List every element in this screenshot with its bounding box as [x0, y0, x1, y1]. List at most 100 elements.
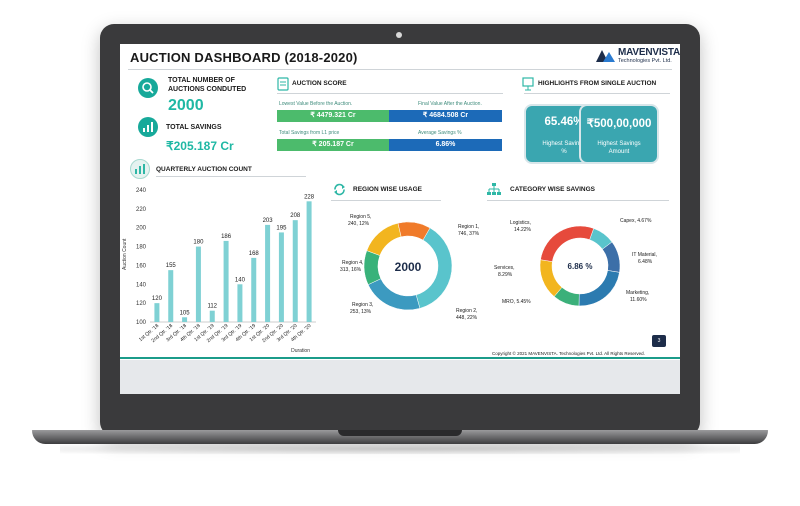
- company-logo: MAVENVISTA Technologies Pvt. Ltd.: [594, 46, 680, 68]
- bar: [251, 257, 257, 322]
- page-number-button[interactable]: 3: [652, 335, 666, 347]
- region-donut-chart: 2000 Region 5, 240, 12% Region 1, 746, 3…: [340, 214, 480, 321]
- y-tick-label: 160: [136, 263, 147, 269]
- it-material-value: 6.48%: [638, 259, 653, 265]
- highest-savings-amount-label: Highest Savings Amount: [597, 141, 641, 155]
- dashboard-screen: AUCTION DASHBOARD (2018-2020) MAVENVISTA…: [120, 44, 680, 394]
- bar: [195, 246, 201, 322]
- region-1-value: 746, 37%: [458, 231, 480, 237]
- avg-savings-label: Average Savings %: [418, 130, 462, 136]
- region-5-name: Region 5,: [350, 214, 371, 220]
- bar: [278, 232, 284, 322]
- total-savings-label: TOTAL SAVINGS: [166, 124, 222, 131]
- region-slice-0: [415, 227, 453, 309]
- y-tick-label: 240: [136, 188, 147, 194]
- region-slice-2: [363, 250, 382, 285]
- category-slice-2: [578, 270, 620, 307]
- avg-savings-bar: 6.86%: [389, 139, 502, 151]
- logistics-name: Logistics,: [510, 220, 531, 226]
- bar: [237, 284, 243, 322]
- logistics-value: 14.22%: [514, 227, 532, 233]
- logo-mark-icon: [596, 50, 615, 62]
- category-donut-chart: 6.86 % Logistics, 14.22% Capex, 4.67% IT…: [494, 218, 657, 307]
- logo-subtext: Technologies Pvt. Ltd.: [618, 58, 672, 64]
- bar-value-label: 228: [304, 194, 315, 200]
- region-3-name: Region 3,: [352, 302, 373, 308]
- capex-label: Capex, 4.67%: [620, 218, 652, 224]
- quarterly-auction-chart: 100 120 140 160 180 200 220 240 Auction Count 120…: [122, 188, 316, 354]
- search-icon: [138, 78, 158, 98]
- marketing-value: 11.60%: [630, 297, 647, 303]
- bar: [154, 303, 160, 322]
- y-tick-label: 200: [136, 226, 147, 232]
- bar-value-label: 195: [276, 225, 287, 231]
- region-slice-3: [366, 222, 402, 256]
- screen-footer-area: [120, 360, 680, 394]
- bar: [292, 220, 298, 322]
- l1-savings-label: Total Savings from L1 price: [279, 130, 340, 136]
- total-savings-value: ₹205.187 Cr: [166, 139, 234, 153]
- bar-value-label: 155: [166, 263, 177, 269]
- region-5-value: 240, 12%: [348, 221, 370, 227]
- region-title: REGION WISE USAGE: [353, 186, 422, 193]
- it-material-name: IT Material,: [632, 252, 657, 258]
- region-3-value: 253, 13%: [350, 309, 372, 315]
- bar-chart-icon: [138, 117, 158, 137]
- l1-savings-bar: ₹ 205.187 Cr: [277, 139, 389, 151]
- highest-savings-amount-card: ₹500,00,000 Highest Savings Amount: [579, 104, 659, 164]
- bar: [223, 240, 229, 322]
- bar-value-label: 105: [180, 310, 191, 316]
- chart-icon: [130, 159, 150, 179]
- auction-score-title: AUCTION SCORE: [292, 80, 347, 87]
- region-center-value: 2000: [395, 260, 422, 274]
- quarterly-divider: [156, 176, 306, 177]
- region-2-value: 448, 22%: [456, 315, 478, 321]
- camera-dot: [396, 32, 402, 38]
- region-1-name: Region 1,: [458, 224, 479, 230]
- bar-value-label: 203: [263, 218, 274, 224]
- y-tick-label: 100: [136, 320, 147, 326]
- bar: [168, 270, 174, 322]
- presentation-icon: [522, 77, 534, 94]
- final-value-bar: ₹ 4684.508 Cr: [389, 110, 502, 122]
- hierarchy-icon: [487, 183, 501, 199]
- bar-value-label: 180: [193, 240, 204, 246]
- title-divider: [128, 69, 672, 70]
- logo-text: MAVENVISTA: [618, 47, 680, 58]
- category-divider: [487, 200, 669, 201]
- lowest-value-bar: ₹ 4479.321 Cr: [277, 110, 389, 122]
- region-divider: [331, 200, 441, 201]
- region-2-name: Region 2,: [456, 308, 477, 314]
- y-tick-label: 180: [136, 245, 147, 251]
- bar-value-label: 112: [207, 304, 217, 310]
- laptop-shadow: [60, 444, 740, 454]
- highest-savings-amount-value: ₹500,00,000: [586, 118, 652, 130]
- category-slice-4: [539, 259, 563, 297]
- quarterly-title: QUARTERLY AUCTION COUNT: [156, 166, 252, 173]
- bar: [182, 317, 188, 322]
- bar-value-label: 120: [152, 296, 163, 302]
- highlights-title: HIGHLIGHTS FROM SINGLE AUCTION: [538, 80, 657, 87]
- document-icon: [277, 77, 289, 94]
- bar: [209, 310, 215, 322]
- bar-value-label: 168: [249, 251, 260, 257]
- category-slice-5: [540, 225, 595, 262]
- y-axis-label: Auction Count: [122, 238, 128, 270]
- highlights-divider: [524, 93, 670, 94]
- region-4-value: 313, 16%: [340, 267, 362, 273]
- refresh-icon: [333, 183, 346, 199]
- auctions-count-label: TOTAL NUMBER OF AUCTIONS CONDUTED: [168, 77, 247, 93]
- final-value-label: Final Value After the Auction.: [418, 101, 482, 107]
- footer-divider: [120, 357, 680, 359]
- bar: [306, 201, 312, 322]
- bar-value-label: 186: [221, 234, 232, 240]
- category-title: CATEGORY WISE SAVINGS: [510, 186, 595, 193]
- auction-score-divider: [277, 93, 503, 94]
- bar: [265, 224, 271, 322]
- x-axis-label: Duration: [291, 348, 310, 354]
- dashboard-title: AUCTION DASHBOARD (2018-2020): [130, 50, 358, 65]
- auctions-count-value: 2000: [168, 97, 204, 114]
- region-4-name: Region 4,: [342, 260, 363, 266]
- lowest-value-label: Lowest Value Before the Auction.: [279, 101, 353, 107]
- bar-value-label: 140: [235, 277, 246, 283]
